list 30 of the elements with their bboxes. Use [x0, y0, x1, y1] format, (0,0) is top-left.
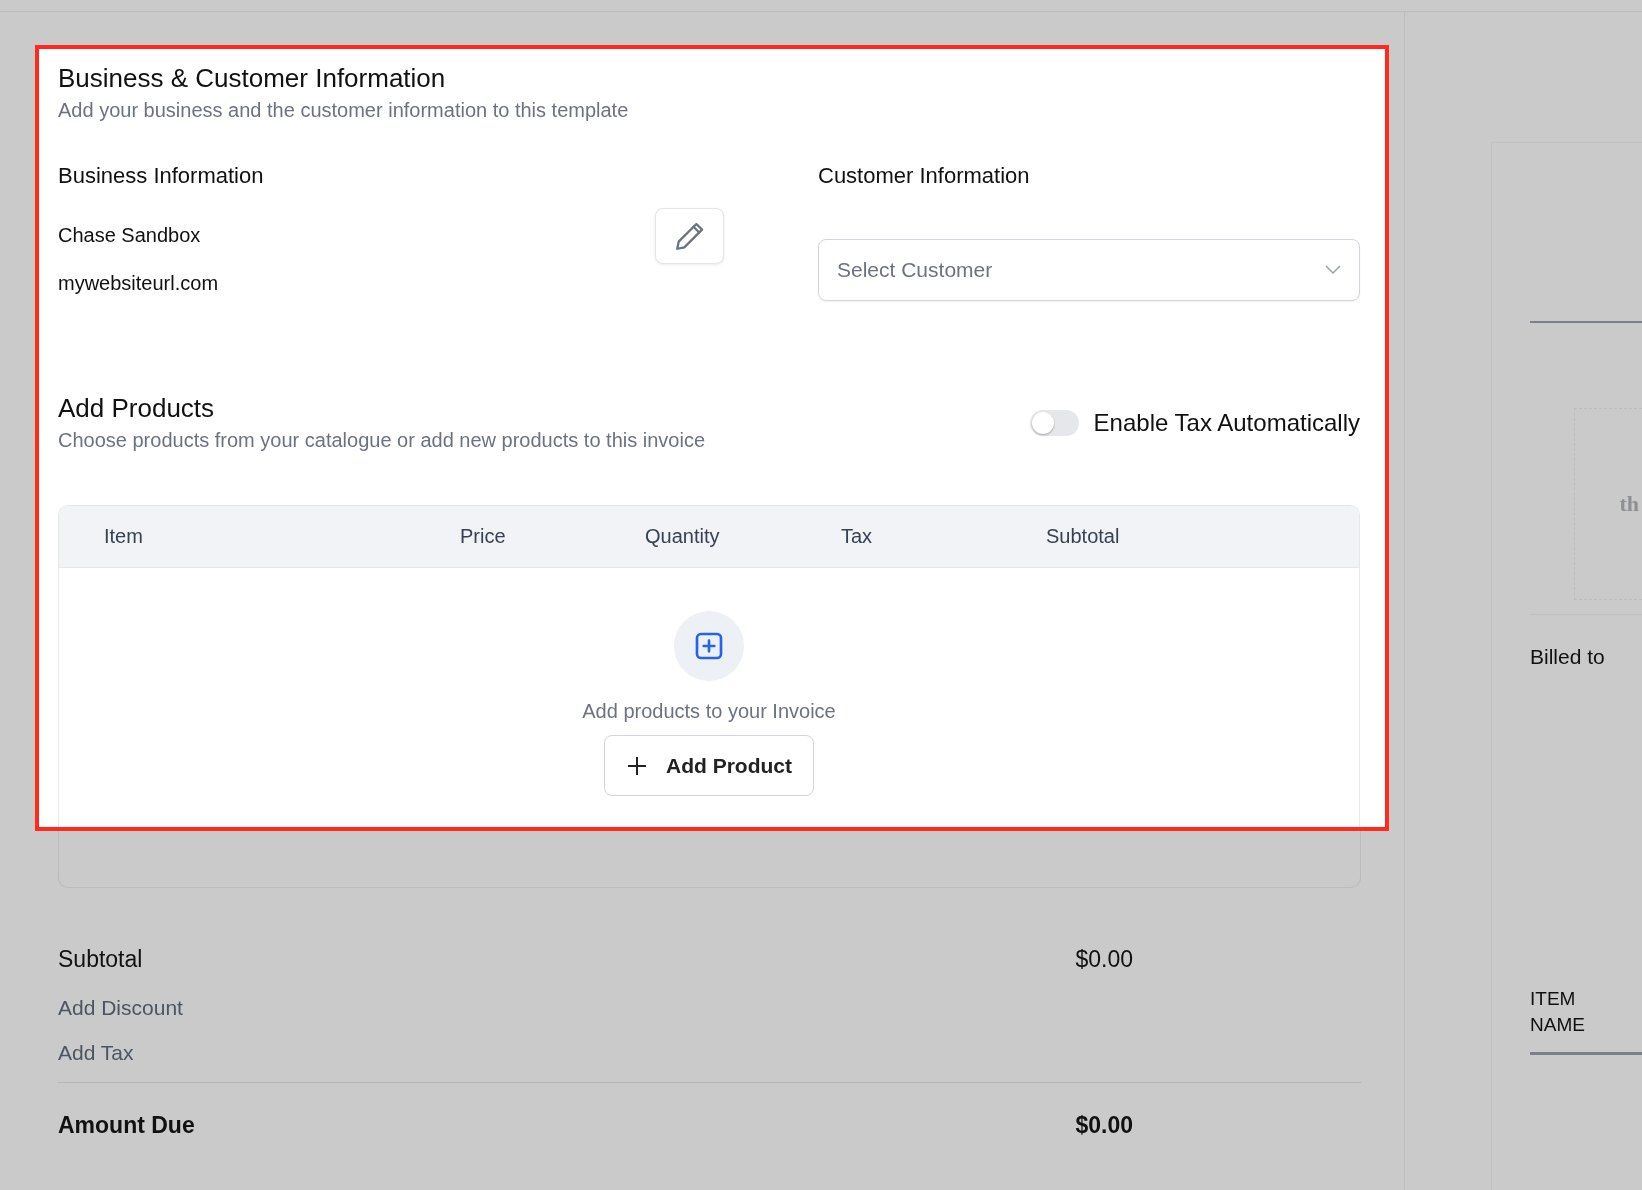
amount-due-label: Amount Due — [58, 1111, 196, 1139]
products-description: Choose products from your catalogue or add new products to this invoice — [58, 428, 706, 453]
chevron-down-icon — [1325, 265, 1341, 275]
item-name-header: ITEM NAME — [1530, 987, 1586, 1037]
column-header: Item — [104, 525, 143, 548]
column-header: Subtotal — [1046, 525, 1120, 548]
section-title: Business & Customer Information — [58, 62, 447, 95]
empty-state-text: Add products to your Invoice — [582, 700, 836, 723]
column-header: Tax — [841, 525, 873, 548]
subtotal-value: $0.00 — [1074, 945, 1133, 973]
subtotal-label: Subtotal — [58, 945, 144, 973]
billed-to-label: Billed to — [1530, 644, 1606, 670]
add-product-button[interactable]: Add Product — [604, 735, 814, 796]
products-title: Add Products — [58, 392, 216, 425]
plus-icon — [626, 754, 648, 777]
column-header: Price — [460, 525, 506, 548]
placeholder-text: th — [1619, 491, 1639, 517]
customer-heading: Customer Information — [818, 162, 1031, 190]
business-name: Chase Sandbox — [58, 223, 202, 248]
customer-select[interactable]: Select Customer — [818, 239, 1360, 301]
amount-due-value: $0.00 — [1074, 1111, 1133, 1139]
column-header: Quantity — [645, 525, 720, 548]
tax-toggle[interactable] — [1029, 410, 1079, 436]
add-tax-link[interactable]: Add Tax — [58, 1036, 1361, 1069]
section-subtitle: Add your business and the customer information to this template — [58, 98, 630, 123]
business-heading: Business Information — [58, 162, 265, 190]
business-website: mywebsiteurl.com — [58, 271, 219, 296]
add-discount-link[interactable]: Add Discount — [58, 991, 1361, 1024]
edit-button[interactable] — [655, 208, 724, 264]
tax-toggle-label: Enable Tax Automatically — [1093, 409, 1360, 437]
